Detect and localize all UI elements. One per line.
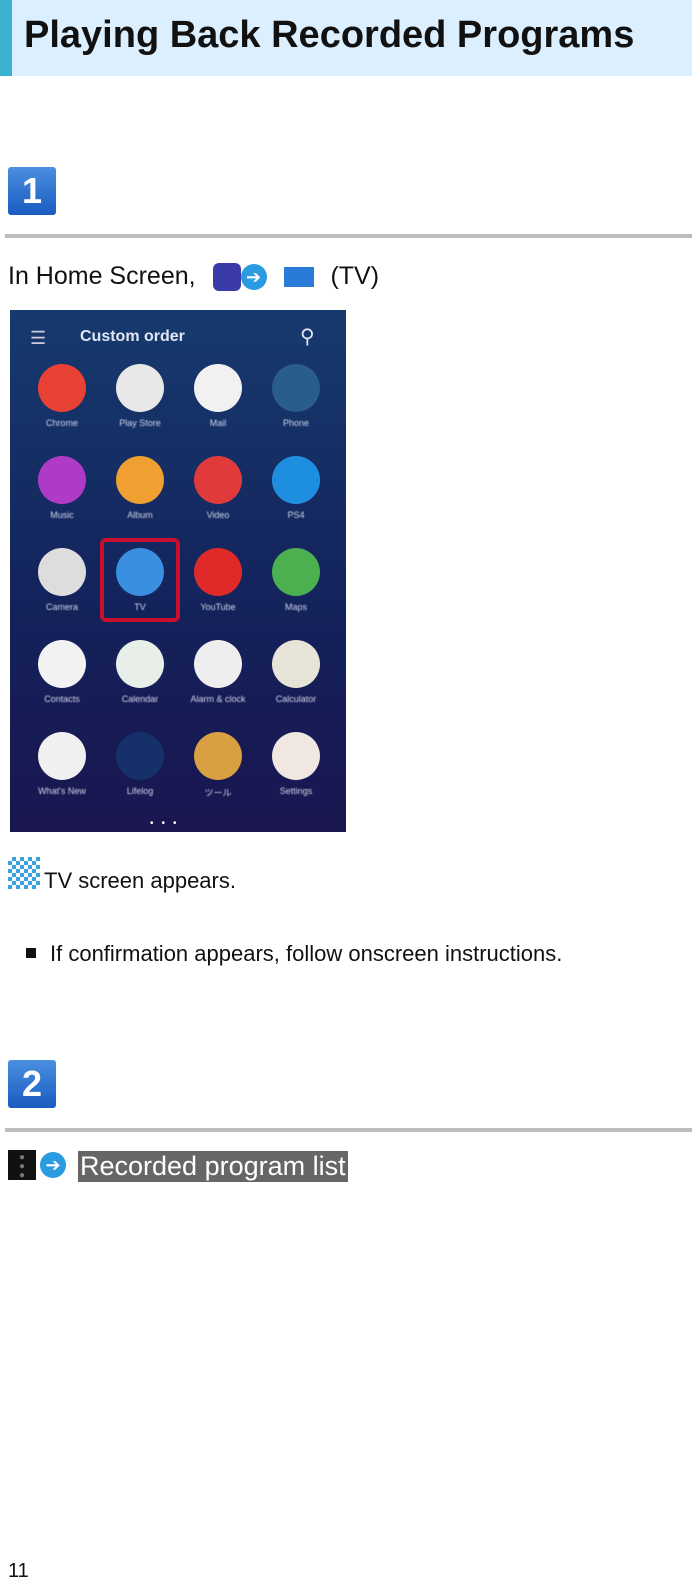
- app-icon: Contacts: [20, 636, 104, 726]
- app-icon: Video: [176, 452, 260, 542]
- app-glyph-icon: [116, 364, 164, 412]
- app-label: Maps: [284, 602, 307, 612]
- app-label: PS4: [287, 510, 305, 520]
- app-icon: ツール: [176, 728, 260, 818]
- app-label: Contacts: [44, 694, 80, 704]
- app-label: Alarm & clock: [190, 694, 246, 704]
- highlight-frame: [100, 538, 180, 622]
- app-icon: Chrome: [20, 360, 104, 450]
- app-icon: Music: [20, 452, 104, 542]
- app-glyph-icon: [272, 640, 320, 688]
- step-2-badge: 2: [8, 1060, 56, 1108]
- app-glyph-icon: [272, 732, 320, 780]
- app-icon: Calendar: [98, 636, 182, 726]
- more-options-icon: ● ● ●: [8, 1150, 36, 1181]
- step-1-result: TV screen appears.: [44, 868, 236, 893]
- app-label: Video: [206, 510, 230, 520]
- app-label: Calculator: [275, 694, 317, 704]
- app-glyph-icon: [194, 548, 242, 596]
- app-icon: Play Store: [98, 360, 182, 450]
- app-label: ツール: [204, 788, 232, 798]
- app-label: Mail: [209, 418, 227, 428]
- app-icon: Phone: [254, 360, 338, 450]
- divider: [5, 234, 692, 238]
- app-glyph-icon: [194, 456, 242, 504]
- app-icon: YouTube: [176, 544, 260, 634]
- app-drawer-icon: [212, 263, 241, 292]
- app-glyph-icon: [116, 640, 164, 688]
- app-icon: Settings: [254, 728, 338, 818]
- app-label: What's New: [38, 786, 86, 796]
- app-glyph-icon: [38, 732, 86, 780]
- app-glyph-icon: [194, 640, 242, 688]
- page-title: Playing Back Recorded Programs: [24, 14, 635, 56]
- app-label: Music: [50, 510, 74, 520]
- result-icon: [8, 857, 40, 889]
- arrow-right-icon: ➔: [240, 264, 267, 291]
- app-icon: Lifelog: [98, 728, 182, 818]
- app-label: Chrome: [45, 418, 78, 428]
- app-glyph-icon: [38, 456, 86, 504]
- page-indicator: •••: [150, 818, 185, 829]
- step-1-note: If confirmation appears, follow onscreen…: [50, 941, 563, 966]
- step-1-instruction: In Home Screen, ➔ (TV): [8, 262, 380, 292]
- page-number: 11: [8, 1560, 29, 1582]
- step-1-badge: 1: [8, 167, 56, 215]
- app-label: YouTube: [200, 602, 236, 612]
- app-glyph-icon: [272, 364, 320, 412]
- app-label: Phone: [282, 418, 310, 428]
- app-label: Play Store: [119, 418, 161, 428]
- app-label: Camera: [45, 602, 78, 612]
- app-label: Settings: [279, 786, 313, 796]
- app-glyph-icon: [116, 732, 164, 780]
- tv-icon: [283, 267, 314, 288]
- divider: [5, 1128, 692, 1132]
- page-header: Playing Back Recorded Programs: [0, 0, 692, 76]
- arrow-right-icon: ➔: [40, 1152, 66, 1178]
- app-icon: Mail: [176, 360, 260, 450]
- menu-icon: ☰: [30, 328, 47, 348]
- app-label: Lifelog: [126, 786, 154, 796]
- app-label: Calendar: [121, 694, 159, 704]
- phone-header: Custom order: [80, 328, 185, 345]
- app-glyph-icon: [38, 640, 86, 688]
- app-glyph-icon: [272, 548, 320, 596]
- app-icon: Alarm & clock: [176, 636, 260, 726]
- app-glyph-icon: [116, 456, 164, 504]
- app-icon: What's New: [20, 728, 104, 818]
- recorded-program-list-menu-item: Recorded program list: [78, 1151, 348, 1182]
- app-icon: Calculator: [254, 636, 338, 726]
- app-glyph-icon: [38, 364, 86, 412]
- bullet-icon: [26, 948, 36, 958]
- app-icon: Album: [98, 452, 182, 542]
- search-icon: ⚲: [300, 326, 315, 348]
- app-glyph-icon: [194, 364, 242, 412]
- app-glyph-icon: [272, 456, 320, 504]
- app-icon: PS4: [254, 452, 338, 542]
- app-glyph-icon: [194, 732, 242, 780]
- home-screen-screenshot: ☰ Custom order ⚲ Chrome Play Store Mail Pho…: [10, 310, 346, 832]
- app-label: Album: [127, 510, 153, 520]
- app-icon: Maps: [254, 544, 338, 634]
- app-icon: Camera: [20, 544, 104, 634]
- app-glyph-icon: [38, 548, 86, 596]
